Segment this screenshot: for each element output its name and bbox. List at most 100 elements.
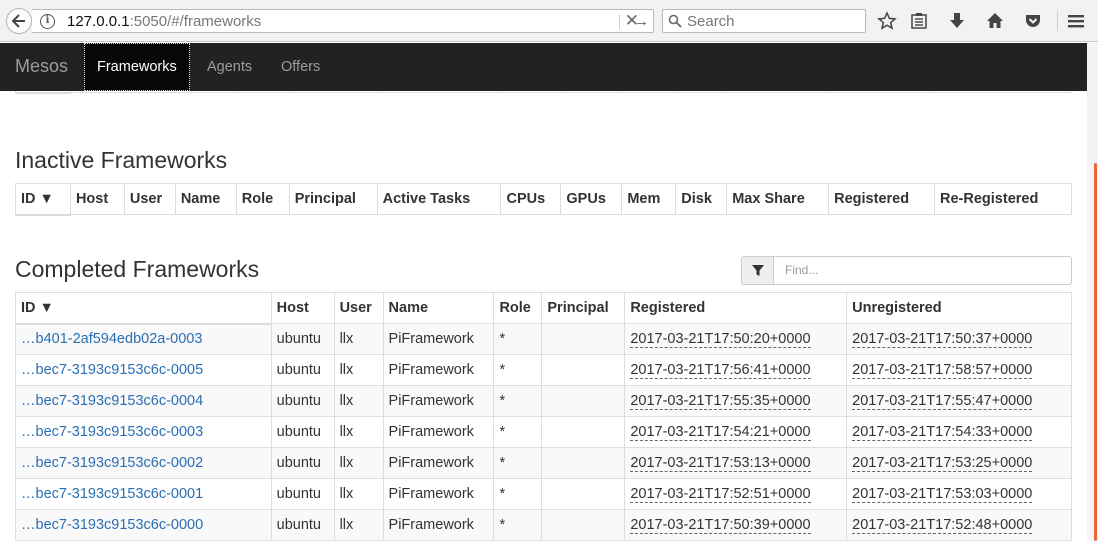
url-text[interactable]: 127.0.0.1:5050/#/frameworks [67,13,261,30]
column-header[interactable]: Disk [675,183,728,215]
nav-offers[interactable]: Offers [269,43,332,91]
column-header[interactable]: GPUs [560,183,623,215]
registered-cell: 2017-03-21T17:53:13+0000 [624,447,848,479]
unregistered-cell: 2017-03-21T17:58:57+0000 [846,354,1072,386]
principal-cell [541,416,626,448]
framework-id-link[interactable]: …b401-2af594edb02a-0003 [21,331,202,347]
unregistered-time[interactable]: 2017-03-21T17:53:03+0000 [852,486,1033,503]
pocket-icon[interactable] [1023,11,1043,31]
name-cell: PiFramework [382,323,495,355]
name-cell: PiFramework [388,331,474,347]
framework-id-link[interactable]: …bec7-3193c9153c6c-0002 [21,455,203,471]
registered-cell: 2017-03-21T17:50:39+0000 [624,509,848,541]
home-icon[interactable] [985,11,1005,31]
column-header[interactable]: Name [174,183,237,215]
column-header[interactable]: Unregistered [846,292,1072,324]
column-header[interactable]: Registered [828,183,936,215]
framework-id-link[interactable]: …bec7-3193c9153c6c-0000 [21,517,203,533]
name-cell: PiFramework [388,455,474,471]
role-cell: * [499,455,506,471]
user-cell: llx [333,478,384,510]
registered-cell: 2017-03-21T17:56:41+0000 [624,354,848,386]
search-input[interactable]: Search [662,9,866,33]
url-bar[interactable]: i 127.0.0.1:5050/#/frameworks ✕ → [32,9,654,33]
column-header[interactable]: Principal [541,292,626,324]
host-cell: ubuntu [270,478,335,510]
table-row: …b401-2af594edb02a-0003 ubuntu llx PiFramew… [15,323,1072,355]
role-cell: * [493,323,543,355]
column-header[interactable]: Name [382,292,495,324]
role-cell: * [493,478,543,510]
column-header[interactable]: Max Share [726,183,830,215]
column-header[interactable]: User [333,292,384,324]
framework-id-cell: …bec7-3193c9153c6c-0002 [15,447,272,479]
registered-time[interactable]: 2017-03-21T17:55:35+0000 [630,393,811,410]
principal-cell [541,478,626,510]
host-cell: ubuntu [276,331,321,347]
framework-id-link[interactable]: …bec7-3193c9153c6c-0004 [21,393,203,409]
name-cell: PiFramework [388,393,474,409]
column-header[interactable]: Role [493,292,543,324]
registered-time[interactable]: 2017-03-21T17:54:21+0000 [630,424,811,441]
registered-time[interactable]: 2017-03-21T17:53:13+0000 [630,455,811,472]
table-row: …bec7-3193c9153c6c-0003 ubuntu llx PiFramew… [15,416,1072,448]
name-cell: PiFramework [382,354,495,386]
bookmark-star-icon[interactable] [877,11,897,31]
download-icon[interactable] [947,11,967,31]
column-header[interactable]: Registered [624,292,848,324]
nav-frameworks[interactable]: Frameworks [84,43,190,91]
nav-agents[interactable]: Agents [195,43,264,91]
column-header[interactable]: User [123,183,176,215]
registered-time[interactable]: 2017-03-21T17:52:51+0000 [630,486,811,503]
registered-time[interactable]: 2017-03-21T17:50:20+0000 [630,331,811,348]
name-cell: PiFramework [382,509,495,541]
unregistered-time[interactable]: 2017-03-21T17:52:48+0000 [852,517,1033,534]
back-button[interactable] [6,8,32,34]
column-header[interactable]: ID ▼ [15,292,272,325]
role-cell: * [499,393,506,409]
column-header[interactable]: Role [235,183,290,215]
host-cell: ubuntu [270,416,335,448]
user-cell: llx [333,416,384,448]
filter-button[interactable] [741,256,774,285]
framework-id-link[interactable]: …bec7-3193c9153c6c-0003 [21,424,203,440]
go-arrow-icon[interactable]: → [634,13,649,30]
column-header[interactable]: Host [270,292,335,324]
unregistered-time[interactable]: 2017-03-21T17:55:47+0000 [852,393,1033,410]
role-cell: * [499,517,506,533]
column-header[interactable]: Mem [621,183,677,215]
unregistered-time[interactable]: 2017-03-21T17:58:57+0000 [852,362,1033,379]
unregistered-time[interactable]: 2017-03-21T17:54:33+0000 [852,424,1033,441]
name-cell: PiFramework [382,416,495,448]
unregistered-cell: 2017-03-21T17:55:47+0000 [846,385,1072,417]
find-input[interactable]: Find... [773,256,1072,285]
brand-logo[interactable]: Mesos [15,56,68,77]
toolbar-divider [1057,11,1058,31]
column-header[interactable]: Re-Registered [934,183,1072,215]
column-header[interactable]: Host [69,183,125,215]
info-icon[interactable]: i [40,14,55,29]
completed-frameworks-table-wrap: ID ▼ Host User Name Role Principal Registered U… [15,292,1072,541]
registered-time[interactable]: 2017-03-21T17:50:39+0000 [630,517,811,534]
scrollbar-thumb[interactable] [1094,163,1097,541]
column-header[interactable]: CPUs [500,183,562,215]
framework-id-link[interactable]: …bec7-3193c9153c6c-0001 [21,486,203,502]
unregistered-time[interactable]: 2017-03-21T17:53:25+0000 [852,455,1033,472]
menu-icon[interactable] [1066,11,1086,31]
unregistered-cell: 2017-03-21T17:50:37+0000 [846,323,1072,355]
url-host: 127.0.0.1 [67,13,130,30]
column-header[interactable]: Principal [288,183,378,215]
user-cell: llx [333,447,384,479]
user-cell: llx [339,331,354,347]
user-cell: llx [333,354,384,386]
completed-frameworks-table: ID ▼ Host User Name Role Principal Registered U… [15,292,1072,541]
reading-list-icon[interactable] [909,11,929,31]
column-header[interactable]: ID ▼ [15,183,71,216]
framework-id-cell: …bec7-3193c9153c6c-0001 [15,478,272,510]
user-cell: llx [339,486,354,502]
unregistered-time[interactable]: 2017-03-21T17:50:37+0000 [852,331,1033,348]
framework-id-link[interactable]: …bec7-3193c9153c6c-0005 [21,362,203,378]
registered-time[interactable]: 2017-03-21T17:56:41+0000 [630,362,811,379]
table-row: …bec7-3193c9153c6c-0005 ubuntu llx PiFramew… [15,354,1072,386]
column-header[interactable]: Active Tasks [376,183,502,215]
